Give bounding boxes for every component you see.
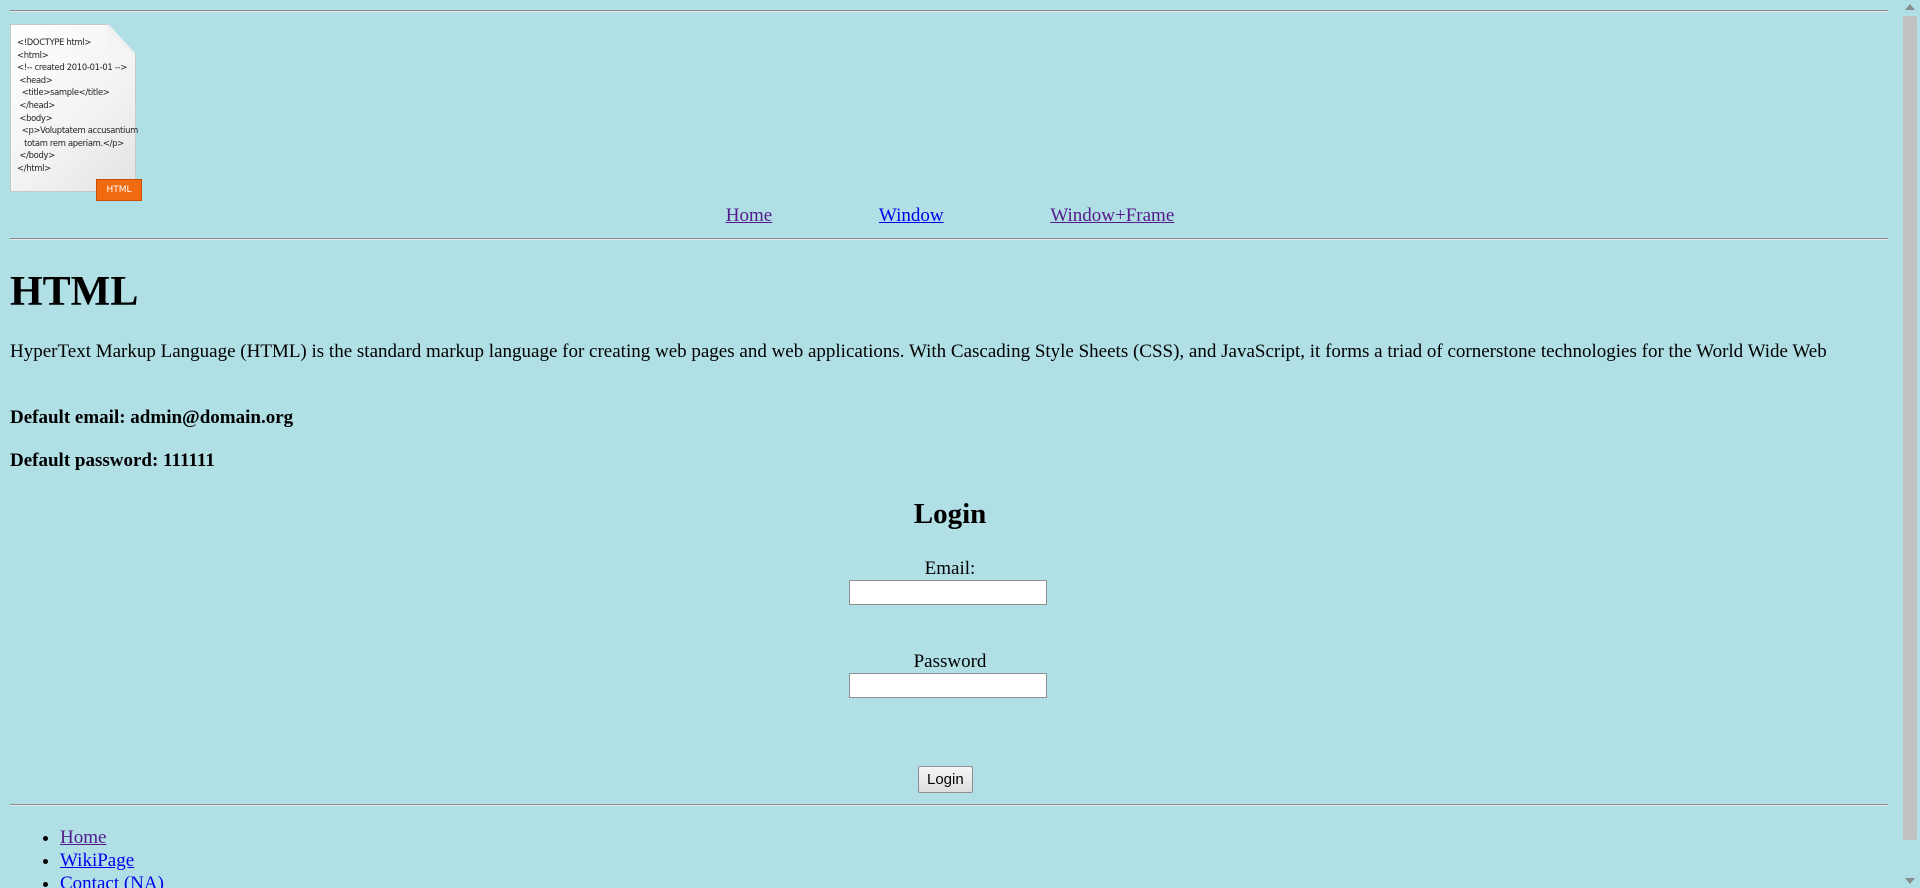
- default-password-text: Default password: 111111: [10, 450, 215, 471]
- code-line: totam rem aperiam.</p>: [17, 137, 124, 148]
- scroll-down-icon[interactable]: [1905, 878, 1915, 884]
- list-item: Contact (NA): [60, 872, 164, 888]
- login-heading: Login: [913, 498, 987, 530]
- code-line: </body>: [17, 150, 55, 161]
- nav-divider: [10, 238, 1888, 240]
- page-title: HTML: [10, 269, 139, 315]
- code-line: </html>: [17, 162, 51, 173]
- nav-window-frame-link[interactable]: Window+Frame: [1050, 205, 1174, 227]
- html-file-icon: <!DOCTYPE html> <html> <!-- created 2010-0…: [10, 24, 142, 201]
- code-line: <html>: [17, 49, 49, 60]
- bottom-divider: [10, 804, 1888, 806]
- html-tag-label: HTML: [96, 179, 142, 201]
- top-nav: Home Window Window+Frame: [0, 205, 1900, 227]
- password-field[interactable]: [849, 673, 1047, 698]
- scrollbar-thumb[interactable]: [1903, 16, 1917, 840]
- file-code-snippet: <!DOCTYPE html> <html> <!-- created 2010-0…: [17, 36, 138, 175]
- page: <!DOCTYPE html> <html> <!-- created 2010-0…: [0, 0, 1900, 888]
- footer-home-link[interactable]: Home: [60, 827, 106, 848]
- list-item: WikiPage: [60, 849, 164, 872]
- vertical-scrollbar[interactable]: [1900, 0, 1920, 888]
- code-line: <!-- created 2010-01-01 -->: [17, 62, 127, 73]
- email-label: Email:: [924, 558, 976, 579]
- email-field[interactable]: [849, 580, 1047, 605]
- footer-links: Home WikiPage Contact (NA): [10, 826, 164, 888]
- login-button[interactable]: Login: [918, 766, 973, 793]
- footer-wiki-link[interactable]: WikiPage: [60, 850, 134, 871]
- code-line: <head>: [17, 74, 53, 85]
- default-email-text: Default email: admin@domain.org: [10, 407, 294, 428]
- code-line: <p>Voluptatem accusantium: [17, 125, 139, 136]
- nav-home-link[interactable]: Home: [726, 205, 772, 227]
- code-line: <!DOCTYPE html>: [17, 37, 92, 47]
- list-item: Home: [60, 826, 164, 849]
- scroll-up-icon[interactable]: [1905, 4, 1915, 10]
- login-form: Login Email: Password Login: [0, 496, 1900, 793]
- code-line: </head>: [17, 99, 56, 110]
- password-label: Password: [913, 651, 987, 672]
- nav-window-link[interactable]: Window: [879, 205, 944, 227]
- code-line: <title>sample</title>: [17, 87, 110, 98]
- code-line: <body>: [17, 112, 53, 123]
- intro-paragraph: HyperText Markup Language (HTML) is the …: [10, 341, 1827, 362]
- footer-contact-link[interactable]: Contact (NA): [60, 873, 164, 888]
- top-divider: [10, 10, 1888, 12]
